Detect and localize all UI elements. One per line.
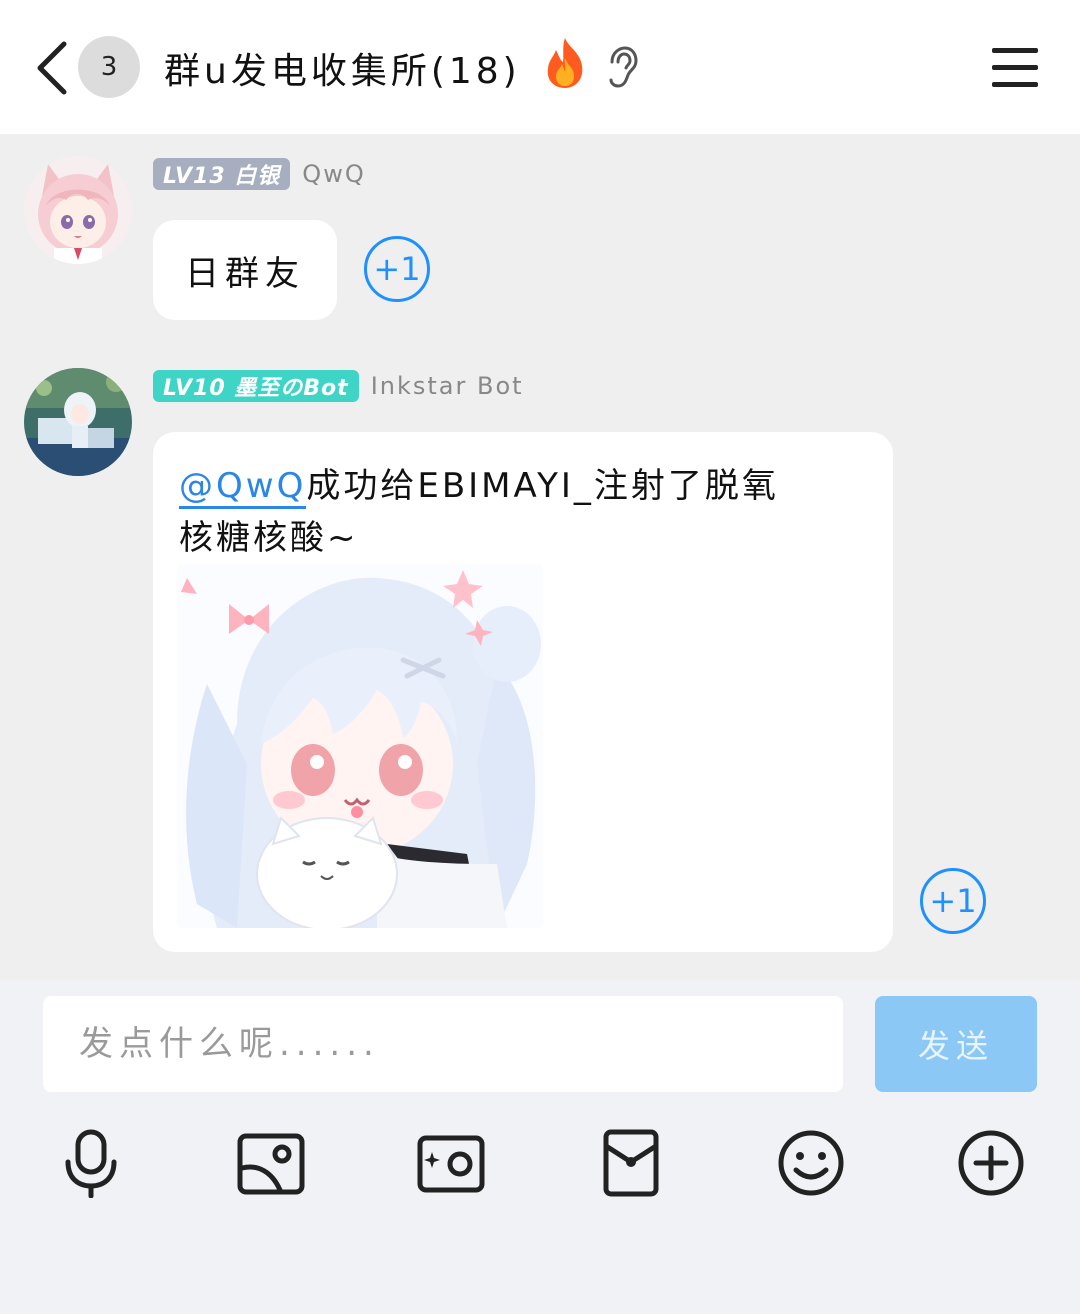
message-text-line-2: 核糖核酸~ bbox=[179, 518, 359, 558]
message-input[interactable] bbox=[43, 996, 843, 1092]
send-button[interactable]: 发送 bbox=[875, 996, 1037, 1092]
message-bubble[interactable]: 日群友 bbox=[153, 220, 337, 320]
sender-meta: LV13 白银 QwQ bbox=[153, 158, 366, 190]
camera-icon[interactable] bbox=[416, 1128, 486, 1198]
input-panel: 发送 bbox=[0, 980, 1080, 1314]
chat-header: 3 群u发电收集所(18) bbox=[0, 0, 1080, 134]
red-packet-icon[interactable] bbox=[596, 1128, 666, 1198]
level-badge: LV10 墨至のBot bbox=[153, 370, 359, 402]
sender-nickname[interactable]: Inkstar Bot bbox=[371, 372, 524, 400]
message-list[interactable]: LV13 白银 QwQ 日群友 +1 LV10 墨至のBot Inkstar B… bbox=[0, 134, 1080, 980]
menu-icon[interactable] bbox=[990, 46, 1040, 90]
avatar-image bbox=[24, 156, 132, 264]
fire-icon bbox=[547, 38, 583, 88]
sender-meta: LV10 墨至のBot Inkstar Bot bbox=[153, 370, 524, 402]
microphone-icon[interactable] bbox=[56, 1128, 126, 1198]
image-icon[interactable] bbox=[236, 1128, 306, 1198]
message-text: 日群友 bbox=[185, 253, 305, 294]
emoji-icon[interactable] bbox=[776, 1128, 846, 1198]
sender-nickname[interactable]: QwQ bbox=[302, 160, 365, 188]
plus-icon[interactable] bbox=[956, 1128, 1026, 1198]
message-text-line-1: @QwQ成功给EBIMAYI_注射了脱氧 bbox=[179, 460, 869, 512]
avatar-image bbox=[24, 368, 132, 476]
avatar[interactable] bbox=[24, 156, 132, 264]
message-bubble[interactable]: @QwQ成功给EBIMAYI_注射了脱氧 核糖核酸~ bbox=[153, 432, 893, 952]
mention-link[interactable]: @QwQ bbox=[179, 466, 307, 509]
plus-one-button[interactable]: +1 bbox=[920, 868, 986, 934]
level-badge: LV13 白银 bbox=[153, 158, 291, 190]
ear-icon[interactable] bbox=[604, 46, 638, 88]
sticker-image[interactable] bbox=[177, 564, 543, 928]
group-title: 群u发电收集所(18) bbox=[164, 51, 521, 92]
unread-count-badge[interactable]: 3 bbox=[78, 36, 140, 98]
message-text-block: @QwQ成功给EBIMAYI_注射了脱氧 核糖核酸~ bbox=[179, 460, 869, 564]
plus-one-button[interactable]: +1 bbox=[364, 236, 430, 302]
message-text: 成功给EBIMAYI_注射了脱氧 bbox=[306, 466, 779, 506]
back-arrow-icon[interactable] bbox=[30, 38, 74, 98]
anime-girl-sticker bbox=[177, 564, 543, 928]
avatar[interactable] bbox=[24, 368, 132, 476]
